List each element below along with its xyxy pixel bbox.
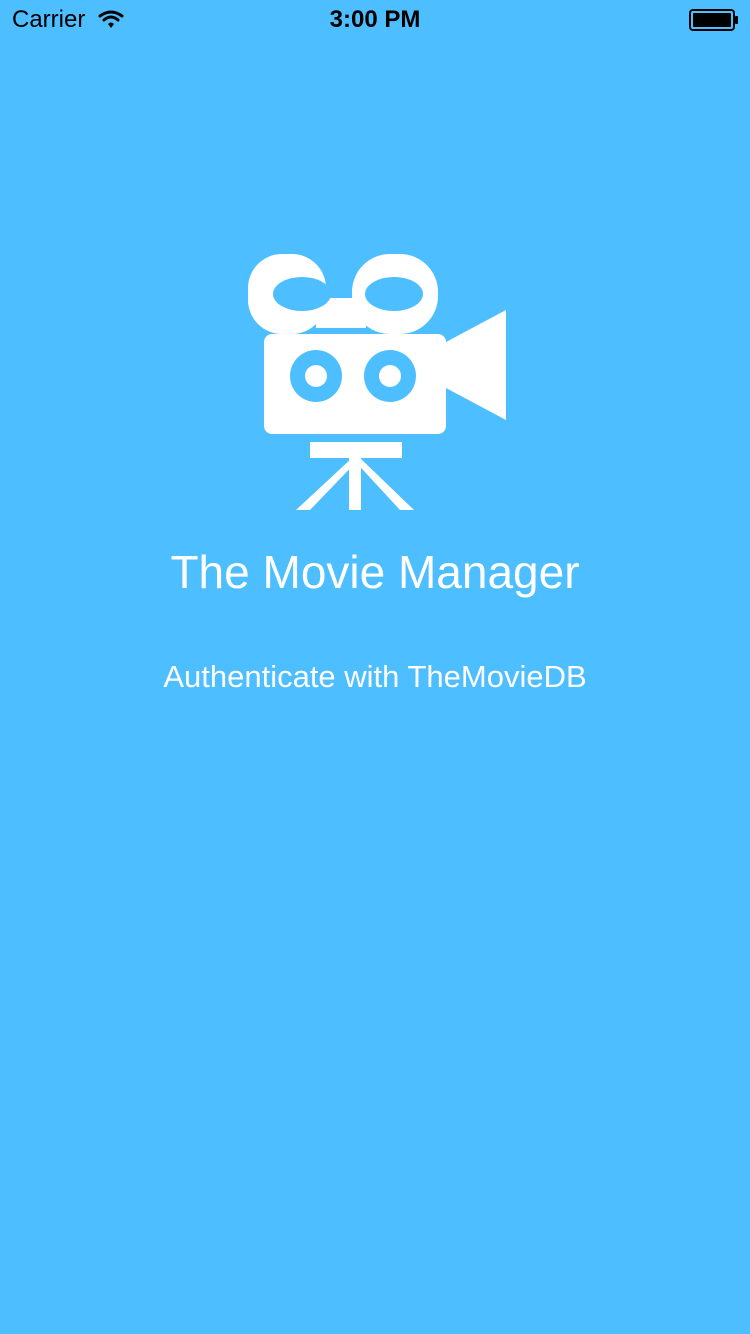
- status-time: 3:00 PM: [329, 6, 421, 33]
- battery-icon: [689, 9, 739, 31]
- movie-camera-icon: [248, 254, 506, 512]
- authenticate-button[interactable]: Authenticate with TheMovieDB: [125, 648, 625, 706]
- status-bar: Carrier 3:00 PM: [0, 0, 750, 40]
- app-title: The Movie Manager: [170, 546, 580, 598]
